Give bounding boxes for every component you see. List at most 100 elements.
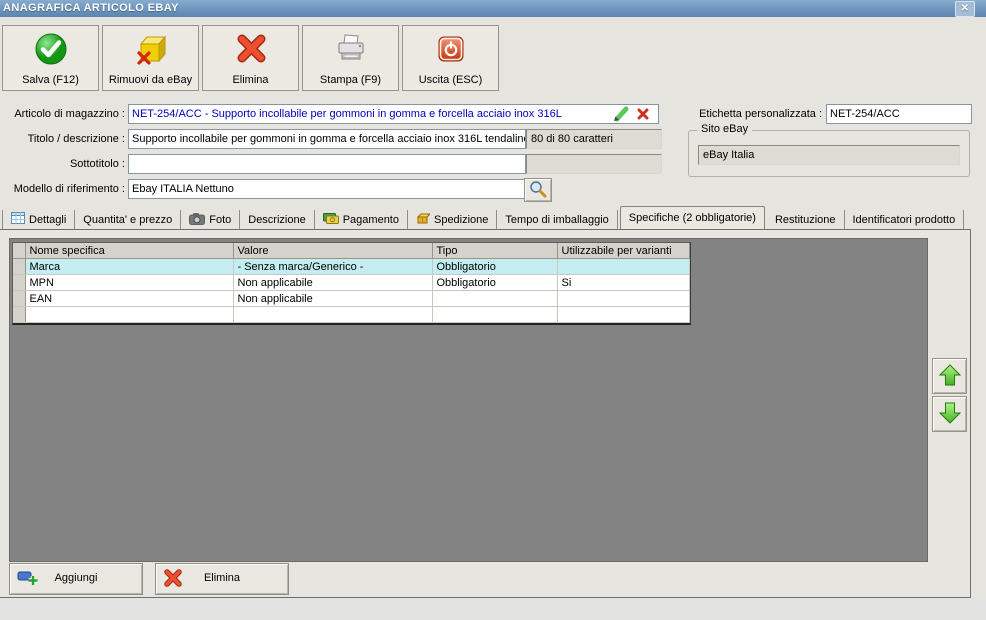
tab-strip: Dettagli Quantita' e prezzo Foto Descriz… xyxy=(2,207,964,229)
title-bar: ANAGRAFICA ARTICOLO EBAY ✕ xyxy=(0,0,986,17)
remove-from-ebay-button[interactable]: Rimuovi da eBay xyxy=(102,25,199,91)
articolo-label: Articolo di magazzino : xyxy=(0,105,125,124)
titolo-field[interactable]: Supporto incollabile per gommoni in gomm… xyxy=(128,129,526,149)
col-tipo[interactable]: Tipo xyxy=(432,243,557,259)
add-specific-button[interactable]: Aggiungi xyxy=(9,563,143,595)
char-counter: 80 di 80 caratteri xyxy=(526,129,662,149)
table-row-mpn[interactable]: MPN Non applicabile Obbligatorio Si xyxy=(13,275,689,291)
cell-name[interactable] xyxy=(25,307,233,323)
tab-tempo-imballaggio-label: Tempo di imballaggio xyxy=(505,214,608,226)
tab-identificatori-prodotto[interactable]: Identificatori prodotto xyxy=(845,210,965,229)
tab-spedizione[interactable]: Spedizione xyxy=(408,210,497,229)
cell-tipo[interactable]: Obbligatorio xyxy=(432,259,557,275)
cell-varianti[interactable] xyxy=(557,291,689,307)
cell-varianti[interactable] xyxy=(557,307,689,323)
table-row-ean[interactable]: EAN Non applicabile xyxy=(13,291,689,307)
cell-valore[interactable] xyxy=(233,307,432,323)
tab-spedizione-label: Spedizione xyxy=(434,214,488,226)
tab-specifiche-label: Specifiche (2 obbligatorie) xyxy=(629,212,756,224)
add-button-label: Aggiungi xyxy=(10,572,142,584)
delete-specific-button-label: Elimina xyxy=(156,572,288,584)
move-up-button[interactable] xyxy=(932,358,967,394)
cell-name[interactable]: EAN xyxy=(25,291,233,307)
cell-tipo[interactable]: Obbligatorio xyxy=(432,275,557,291)
anagrafica-articolo-ebay-window: ANAGRAFICA ARTICOLO EBAY ✕ Salva (F12) R… xyxy=(0,0,986,620)
edit-pencil-icon[interactable] xyxy=(612,106,630,125)
cell-tipo[interactable] xyxy=(432,307,557,323)
exit-button-label: Uscita (ESC) xyxy=(403,74,498,86)
save-button-label: Salva (F12) xyxy=(3,74,98,86)
clear-article-icon[interactable] xyxy=(637,108,649,123)
specifics-grid: Nome specifica Valore Tipo Utilizzabile … xyxy=(12,242,691,325)
col-valore[interactable]: Valore xyxy=(233,243,432,259)
etichetta-field[interactable]: NET-254/ACC xyxy=(826,104,972,124)
remove-from-ebay-label: Rimuovi da eBay xyxy=(103,74,198,86)
modello-label: Modello di riferimento : xyxy=(0,180,125,199)
move-down-button[interactable] xyxy=(932,396,967,432)
save-check-icon xyxy=(3,29,98,69)
tab-descrizione[interactable]: Descrizione xyxy=(240,210,314,229)
tab-tempo-imballaggio[interactable]: Tempo di imballaggio xyxy=(497,210,617,229)
money-icon xyxy=(323,212,339,228)
window-bottom-strip xyxy=(0,598,986,620)
tab-quantita-prezzo-label: Quantita' e prezzo xyxy=(83,214,172,226)
exit-button[interactable]: Uscita (ESC) xyxy=(402,25,499,91)
grid-gutter-header xyxy=(13,243,25,259)
tab-pagamento[interactable]: Pagamento xyxy=(315,210,408,229)
package-icon xyxy=(416,212,430,227)
col-varianti[interactable]: Utilizzabile per varianti xyxy=(557,243,689,259)
delete-specific-button[interactable]: Elimina xyxy=(155,563,289,595)
camera-icon xyxy=(189,212,205,228)
sottotitolo-label: Sottotitolo : xyxy=(0,155,125,174)
col-nome-specifica[interactable]: Nome specifica xyxy=(25,243,233,259)
grid-header-row: Nome specifica Valore Tipo Utilizzabile … xyxy=(13,243,689,259)
cell-name[interactable]: Marca xyxy=(25,259,233,275)
sottotitolo-counter xyxy=(526,154,662,174)
row-selector[interactable] xyxy=(13,275,25,291)
grid-icon xyxy=(11,212,25,227)
cell-varianti[interactable] xyxy=(557,259,689,275)
window-title: ANAGRAFICA ARTICOLO EBAY xyxy=(3,2,179,14)
cell-name[interactable]: MPN xyxy=(25,275,233,291)
cell-valore[interactable]: Non applicabile xyxy=(233,275,432,291)
tab-foto-label: Foto xyxy=(209,214,231,226)
print-button-label: Stampa (F9) xyxy=(303,74,398,86)
tab-restituzione-label: Restituzione xyxy=(775,214,836,226)
arrow-down-icon xyxy=(938,401,962,428)
tab-dettagli[interactable]: Dettagli xyxy=(2,210,75,229)
magnifier-icon xyxy=(529,180,547,201)
tab-quantita-prezzo[interactable]: Quantita' e prezzo xyxy=(75,210,181,229)
save-button[interactable]: Salva (F12) xyxy=(2,25,99,91)
search-model-button[interactable] xyxy=(524,178,552,202)
titolo-label: Titolo / descrizione : xyxy=(0,130,125,149)
sottotitolo-field[interactable] xyxy=(128,154,526,174)
row-selector[interactable] xyxy=(13,307,25,323)
printer-icon xyxy=(303,29,398,69)
etichetta-label: Etichetta personalizzata : xyxy=(688,105,822,124)
cell-valore[interactable]: Non applicabile xyxy=(233,291,432,307)
sito-ebay-groupbox: Sito eBay eBay Italia xyxy=(688,130,970,177)
modello-field[interactable]: Ebay ITALIA Nettuno xyxy=(128,179,526,199)
tab-descrizione-label: Descrizione xyxy=(248,214,305,226)
tab-restituzione[interactable]: Restituzione xyxy=(767,210,845,229)
specifics-panel: Nome specifica Valore Tipo Utilizzabile … xyxy=(9,238,928,562)
cell-varianti[interactable]: Si xyxy=(557,275,689,291)
table-row-marca[interactable]: Marca - Senza marca/Generico - Obbligato… xyxy=(13,259,689,275)
tab-pagamento-label: Pagamento xyxy=(343,214,399,226)
delete-button-label: Elimina xyxy=(203,74,298,86)
cell-tipo[interactable] xyxy=(432,291,557,307)
print-button[interactable]: Stampa (F9) xyxy=(302,25,399,91)
row-selector[interactable] xyxy=(13,291,25,307)
row-selector[interactable] xyxy=(13,259,25,275)
delete-button[interactable]: Elimina xyxy=(202,25,299,91)
power-exit-icon xyxy=(403,29,498,69)
tab-dettagli-label: Dettagli xyxy=(29,214,66,226)
arrow-up-icon xyxy=(938,363,962,390)
articolo-field[interactable]: NET-254/ACC - Supporto incollabile per g… xyxy=(128,104,659,124)
tab-specifiche[interactable]: Specifiche (2 obbligatorie) xyxy=(620,206,765,229)
tab-foto[interactable]: Foto xyxy=(181,210,240,229)
sito-ebay-field: eBay Italia xyxy=(698,145,960,165)
close-button[interactable]: ✕ xyxy=(955,1,975,17)
table-row-empty[interactable] xyxy=(13,307,689,323)
cell-valore[interactable]: - Senza marca/Generico - xyxy=(233,259,432,275)
